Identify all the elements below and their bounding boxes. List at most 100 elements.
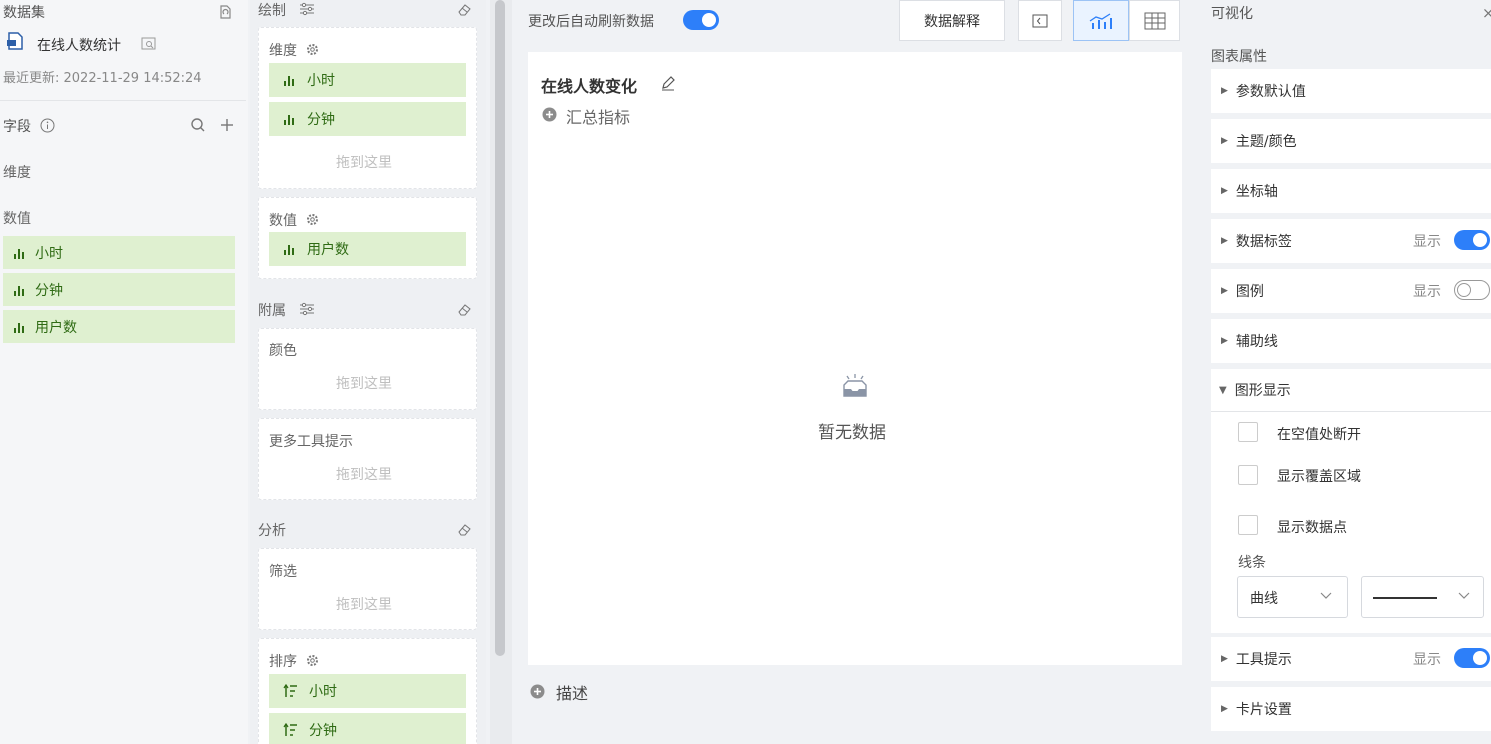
prop-row-param-default[interactable]: ▶ 参数默认值 (1211, 69, 1491, 113)
break-on-null-checkbox[interactable] (1238, 422, 1258, 442)
close-icon[interactable]: × (1482, 4, 1491, 22)
empty-inbox-icon (841, 373, 869, 399)
divider (0, 100, 246, 101)
value-card-title: 数值 (269, 213, 297, 229)
draw-label: 绘制 (258, 3, 286, 19)
prop-row-legend[interactable]: ▶ 图例 (1211, 269, 1491, 313)
bar-chart-icon (283, 243, 297, 255)
caret-right-icon: ▶ (1221, 286, 1228, 296)
gear-icon[interactable] (306, 43, 319, 56)
edit-icon[interactable] (660, 75, 676, 91)
prop-row-data-label[interactable]: ▶ 数据标签 (1211, 219, 1491, 263)
checkbox-label: 显示覆盖区域 (1277, 469, 1361, 485)
caret-down-icon: ▼ (1219, 384, 1227, 396)
show-area-checkbox[interactable] (1238, 465, 1258, 485)
pill-label: 分钟 (309, 723, 337, 739)
gear-icon[interactable] (306, 654, 319, 667)
field-users[interactable]: 用户数 (3, 310, 235, 343)
dataset-file-icon (5, 31, 25, 51)
eraser-icon[interactable] (456, 2, 472, 16)
checkbox-label: 在空值处断开 (1277, 427, 1361, 443)
switch-dataset-icon[interactable] (216, 3, 234, 21)
line-chart-icon (1088, 12, 1114, 30)
pill-label: 用户数 (307, 242, 349, 258)
line-type-select[interactable]: 曲线 (1237, 576, 1348, 618)
caret-right-icon: ▶ (1221, 86, 1228, 96)
chevron-down-icon (1320, 592, 1332, 600)
settings-sliders-icon[interactable] (299, 2, 315, 16)
field-label: 分钟 (35, 282, 63, 299)
show-points-checkbox[interactable] (1238, 515, 1258, 535)
prop-row-title: 辅助线 (1235, 334, 1278, 350)
visualization-title: 可视化 (1211, 6, 1253, 22)
caret-right-icon: ▶ (1221, 236, 1228, 246)
eraser-icon[interactable] (456, 302, 472, 316)
chart-view-button[interactable] (1073, 0, 1129, 41)
sort-ascending-icon (283, 684, 299, 698)
drop-zone-hint[interactable]: 拖到这里 (336, 152, 392, 172)
dataset-name[interactable]: 在线人数统计 (37, 35, 121, 55)
line-style-select[interactable] (1361, 576, 1484, 618)
data-explain-button[interactable]: 数据解释 (899, 0, 1005, 41)
prop-row-title: 坐标轴 (1235, 184, 1278, 200)
chevron-down-icon (1458, 592, 1470, 600)
code-view-button[interactable] (1018, 0, 1062, 41)
add-circle-icon[interactable] (530, 684, 545, 699)
value-pill-users[interactable]: 用户数 (269, 232, 466, 266)
add-field-icon[interactable] (219, 117, 235, 133)
table-view-button[interactable] (1129, 0, 1180, 41)
gear-icon[interactable] (306, 213, 319, 226)
field-label: 小时 (35, 245, 63, 262)
data-label-toggle[interactable] (1454, 230, 1490, 250)
chart-title[interactable]: 在线人数变化 (541, 73, 637, 97)
sort-ascending-icon (283, 723, 299, 737)
color-card-title: 颜色 (269, 343, 297, 359)
sort-pill-hour[interactable]: 小时 (269, 674, 466, 708)
legend-show-text: 显示 (1413, 284, 1441, 300)
bar-chart-icon (13, 247, 27, 259)
dimension-card-title: 维度 (269, 43, 297, 59)
prop-row-title: 数据标签 (1235, 234, 1292, 250)
eraser-icon[interactable] (456, 522, 472, 536)
drop-zone-hint[interactable]: 拖到这里 (336, 464, 392, 484)
prop-row-card-settings[interactable]: ▶ 卡片设置 (1211, 687, 1491, 731)
chart-properties-title: 图表属性 (1211, 49, 1267, 65)
filter-card-title: 筛选 (269, 564, 297, 580)
drop-zone-hint[interactable]: 拖到这里 (336, 373, 392, 393)
bar-chart-icon (283, 113, 297, 125)
tooltip-toggle[interactable] (1454, 648, 1490, 668)
prop-row-shape-display[interactable]: ▼ 图形显示 (1211, 369, 1491, 412)
prop-row-title: 主题/颜色 (1235, 134, 1297, 150)
field-minute[interactable]: 分钟 (3, 273, 235, 306)
dimension-pill-minute[interactable]: 分钟 (269, 102, 466, 136)
chart-card (528, 52, 1182, 665)
line-type-value: 曲线 (1250, 591, 1278, 607)
add-circle-icon[interactable] (542, 107, 557, 122)
search-icon[interactable] (190, 117, 206, 133)
prop-row-tooltip[interactable]: ▶ 工具提示 (1211, 637, 1491, 681)
bar-chart-icon (13, 284, 27, 296)
legend-toggle[interactable] (1454, 280, 1490, 300)
bar-chart-icon (283, 74, 297, 86)
preview-icon[interactable] (141, 37, 157, 51)
summary-metric-link[interactable]: 汇总指标 (566, 104, 630, 128)
prop-row-guideline[interactable]: ▶ 辅助线 (1211, 319, 1491, 363)
prop-row-title: 工具提示 (1235, 652, 1292, 668)
dimension-label: 维度 (3, 165, 31, 181)
auto-refresh-toggle[interactable] (683, 10, 719, 30)
prop-row-theme-color[interactable]: ▶ 主题/颜色 (1211, 119, 1491, 163)
prop-row-axis[interactable]: ▶ 坐标轴 (1211, 169, 1491, 213)
sort-pill-minute[interactable]: 分钟 (269, 713, 466, 744)
tooltip-show-text: 显示 (1413, 652, 1441, 668)
settings-sliders-icon[interactable] (299, 302, 315, 316)
scrollbar-thumb[interactable] (495, 0, 505, 656)
analysis-label: 分析 (258, 523, 286, 539)
prop-row-title: 图形显示 (1234, 383, 1291, 399)
prop-row-title: 参数默认值 (1235, 84, 1306, 100)
drop-zone-hint[interactable]: 拖到这里 (336, 594, 392, 614)
prop-row-title: 图例 (1235, 284, 1264, 300)
field-hour[interactable]: 小时 (3, 236, 235, 269)
dimension-pill-hour[interactable]: 小时 (269, 63, 466, 97)
describe-link[interactable]: 描述 (556, 680, 588, 704)
dataset-panel: 数据集 在线人数统计 最近更新: 2022-11-29 14:52:24 字段 … (0, 0, 248, 744)
